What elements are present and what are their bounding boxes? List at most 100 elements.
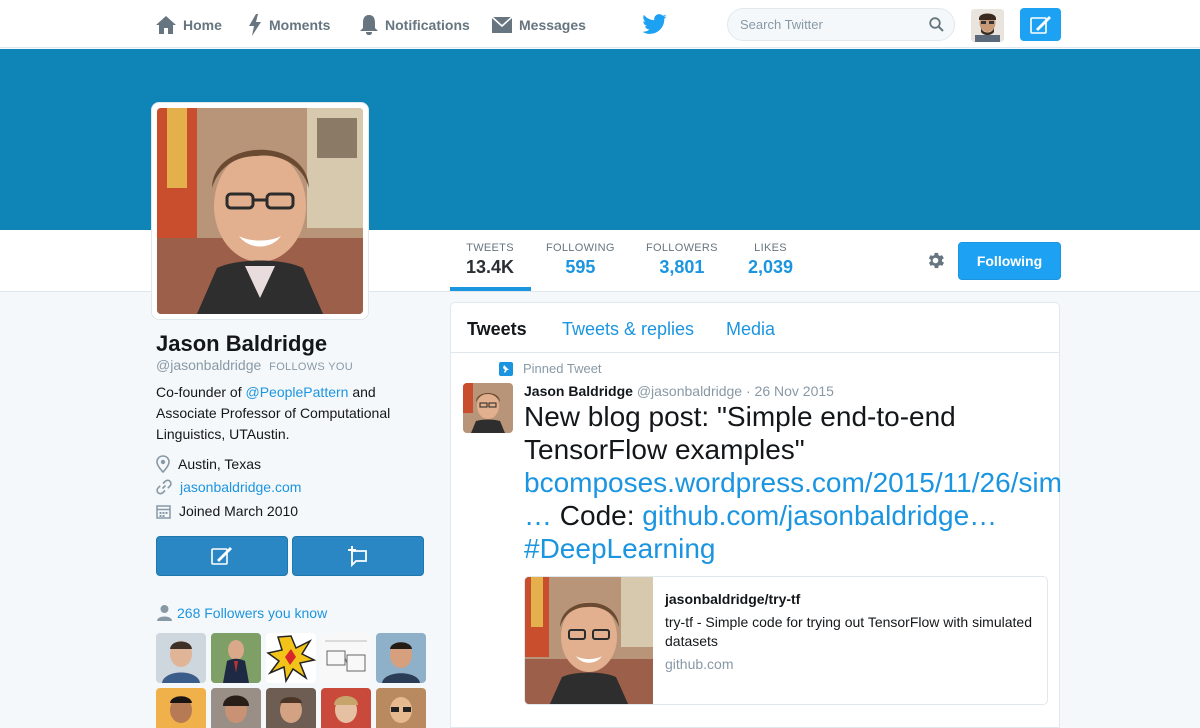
stat-followers[interactable]: FOLLOWERS 3,801 [646, 242, 718, 278]
follower-thumb[interactable] [156, 688, 206, 728]
link-preview-description: try-tf - Simple code for trying out Tens… [665, 614, 1032, 649]
profile-bio: Co-founder of @PeoplePattern and Associa… [156, 382, 426, 445]
follower-thumb[interactable] [321, 688, 371, 728]
tweet-hashtag[interactable]: #DeepLearning [524, 533, 716, 564]
search-input[interactable] [740, 17, 920, 32]
bell-icon [360, 15, 378, 35]
follower-photo [211, 688, 261, 728]
gear-icon [928, 252, 944, 269]
follower-thumb[interactable] [156, 633, 206, 683]
tweet-text-mid: Code: [552, 500, 643, 531]
search-box [727, 8, 955, 41]
stat-followers-label: FOLLOWERS [646, 242, 718, 254]
stat-following[interactable]: FOLLOWING 595 [546, 242, 615, 278]
profile-avatar[interactable] [151, 102, 369, 320]
stat-tweets-value: 13.4K [466, 257, 515, 277]
followers-you-know-label: 268 Followers you know [177, 604, 328, 621]
pinned-tweet-label: Pinned Tweet [499, 361, 602, 376]
link-preview-url: github.com [665, 656, 734, 672]
follower-photo [266, 633, 316, 683]
twitter-bird-logo[interactable] [642, 14, 667, 39]
location-pin-icon [156, 455, 170, 473]
message-plus-icon [348, 546, 367, 567]
link-preview-card[interactable]: jasonbaldridge/try-tf try-tf - Simple co… [524, 576, 1048, 705]
quill-icon [1029, 15, 1051, 34]
tweet-author-avatar[interactable] [463, 383, 513, 433]
person-icon [157, 605, 172, 621]
calendar-icon [156, 504, 171, 519]
stat-likes-value: 2,039 [748, 257, 794, 277]
tweet-text-start: New blog post: "Simple end-to-end Tensor… [524, 401, 956, 465]
follower-photo [156, 633, 206, 683]
tab-tweets[interactable]: Tweets [467, 319, 527, 340]
tweet-to-user-button[interactable] [156, 536, 288, 576]
follower-thumb[interactable] [376, 688, 426, 728]
profile-website: jasonbaldridge.com [156, 479, 301, 495]
pinned-tweet-text: Pinned Tweet [523, 361, 602, 376]
follower-photo [321, 633, 371, 683]
top-nav-bar: Home Moments Notifications Messages [0, 0, 1200, 48]
follower-photo [376, 688, 426, 728]
stat-following-value: 595 [565, 257, 596, 277]
bio-prefix: Co-founder of [156, 384, 246, 400]
nav-notifications-label: Notifications [385, 17, 470, 33]
tweet-link-github[interactable]: github.com/jasonbaldridge… [642, 500, 997, 531]
profile-joined: Joined March 2010 [156, 503, 298, 519]
tab-tweets-replies[interactable]: Tweets & replies [562, 319, 694, 340]
pin-icon [499, 361, 513, 376]
account-avatar[interactable] [971, 9, 1004, 42]
nav-moments-label: Moments [269, 17, 331, 33]
stat-likes[interactable]: LIKES 2,039 [748, 242, 793, 278]
nav-home[interactable]: Home [155, 12, 222, 38]
location-text: Austin, Texas [178, 456, 262, 472]
timeline-card: Tweets Tweets & replies Media Pinned Twe… [450, 302, 1062, 728]
follower-photo [321, 688, 371, 728]
compose-tweet-button[interactable] [1020, 8, 1061, 41]
website-link[interactable]: jasonbaldridge.com [180, 479, 301, 495]
tweet-author-handle[interactable]: @jasonbaldridge [637, 383, 742, 399]
bio-mention-link[interactable]: @PeoplePattern [246, 384, 349, 400]
link-preview-title: jasonbaldridge/try-tf [665, 591, 801, 607]
tweet-author-photo [463, 383, 513, 433]
tweet-date[interactable]: · 26 Nov 2015 [746, 383, 834, 399]
stat-likes-label: LIKES [754, 242, 787, 254]
follower-thumb[interactable] [321, 633, 371, 683]
follower-thumb[interactable] [211, 633, 261, 683]
nav-moments[interactable]: Moments [247, 12, 330, 38]
link-icon [156, 479, 172, 495]
stat-followers-value: 3,801 [659, 257, 705, 277]
nav-home-label: Home [183, 17, 222, 33]
account-avatar-image [971, 9, 1004, 42]
following-button[interactable]: Following [958, 242, 1061, 280]
nav-messages[interactable]: Messages [491, 12, 586, 38]
profile-handle-row: @jasonbaldridge FOLLOWS YOU [156, 357, 353, 373]
follower-photo [211, 633, 261, 683]
nav-notifications[interactable]: Notifications [359, 12, 470, 38]
stat-following-label: FOLLOWING [546, 242, 615, 254]
profile-handle[interactable]: @jasonbaldridge [156, 357, 261, 373]
follower-thumb[interactable] [211, 688, 261, 728]
active-stat-underline [450, 287, 531, 291]
followers-you-know[interactable]: 268 Followers you know [156, 604, 327, 621]
stat-tweets[interactable]: TWEETS 13.4K [466, 242, 514, 278]
profile-name: Jason Baldridge [156, 331, 328, 356]
tweet-author-name[interactable]: Jason Baldridge [524, 383, 633, 399]
stat-tweets-label: TWEETS [466, 242, 514, 254]
link-preview-photo [525, 577, 653, 704]
settings-gear-button[interactable] [925, 250, 946, 276]
follower-thumb[interactable] [266, 633, 316, 683]
search-icon[interactable] [929, 17, 944, 32]
follower-photo [266, 688, 316, 728]
timeline-tabs: Tweets Tweets & replies Media [451, 303, 1059, 353]
follows-you-badge: FOLLOWS YOU [269, 361, 353, 373]
nav-messages-label: Messages [519, 17, 586, 33]
twitter-bird-icon [642, 14, 667, 34]
tweet-header: Jason Baldridge @jasonbaldridge · 26 Nov… [524, 383, 834, 399]
home-icon [156, 16, 176, 34]
link-preview-image [525, 577, 653, 704]
profile-location: Austin, Texas [156, 455, 261, 473]
tab-media[interactable]: Media [726, 319, 775, 340]
follower-thumb[interactable] [266, 688, 316, 728]
follower-thumb[interactable] [376, 633, 426, 683]
direct-message-button[interactable] [292, 536, 424, 576]
